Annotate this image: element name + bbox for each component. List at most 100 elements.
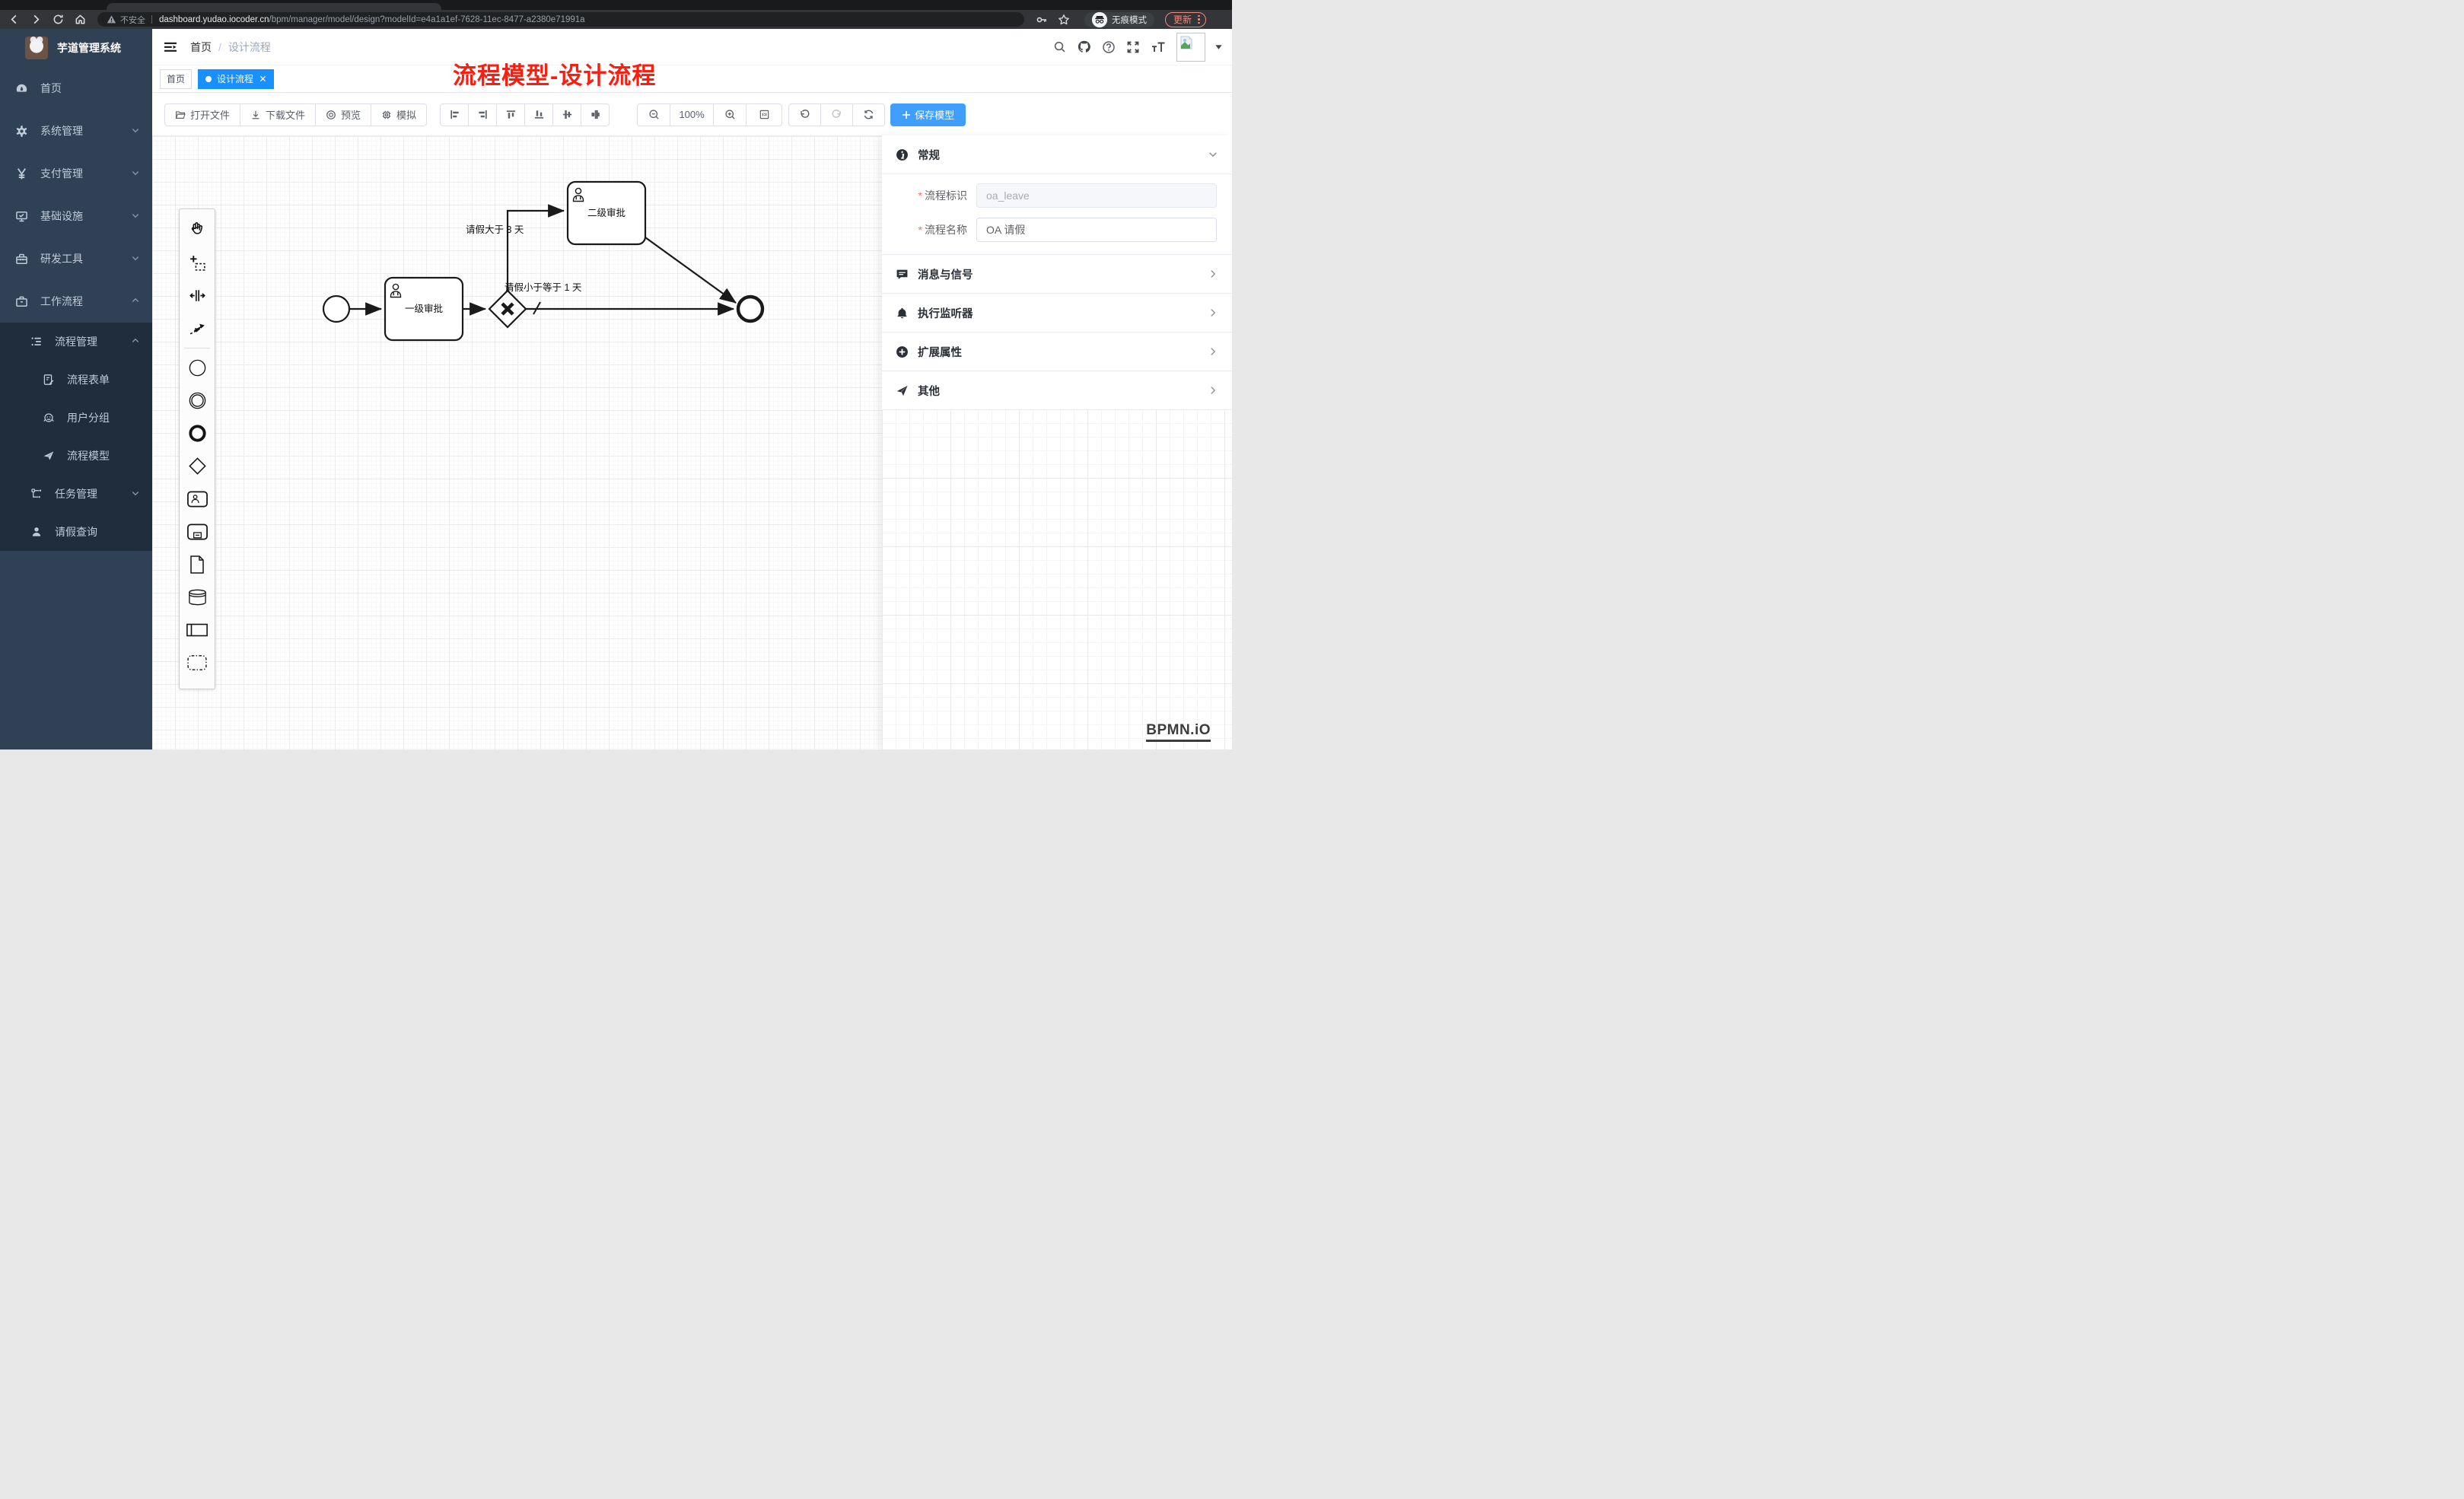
app-window: 不安全 dashboard.yudao.iocoder.cn/bpm/manag…: [0, 0, 1232, 750]
robot-face-icon: [43, 412, 55, 424]
flow-nodes-icon: [30, 488, 43, 500]
fullscreen-icon[interactable]: [1126, 40, 1140, 54]
sidebar-item-home[interactable]: 首页: [0, 67, 152, 110]
download-file-button[interactable]: 下载文件: [240, 103, 316, 126]
reset-zoom-button[interactable]: [746, 103, 782, 126]
sidebar-item-task-mgmt[interactable]: 任务管理: [0, 475, 152, 513]
sidebar-item-workflow[interactable]: 工作流程: [0, 280, 152, 323]
flow-gateway-to-task2[interactable]: [508, 211, 564, 291]
sidebar-item-label: 请假查询: [55, 524, 140, 539]
designer-toolbar: 打开文件 下载文件 预览: [152, 94, 1232, 135]
sidebar-item-label: 支付管理: [40, 166, 131, 181]
chevron-up-icon: [131, 336, 140, 348]
chip-icon: [381, 110, 392, 120]
security-warning-icon[interactable]: [107, 14, 116, 24]
zoom-in-button[interactable]: [713, 103, 747, 126]
sidebar-item-system[interactable]: 系统管理: [0, 110, 152, 152]
edge-label-gt3[interactable]: 请假大于 3 天: [466, 224, 524, 235]
align-right-button[interactable]: [468, 103, 497, 126]
redo-button[interactable]: [820, 103, 853, 126]
edge-label-le1[interactable]: 请假小于等于 1 天: [505, 282, 582, 293]
open-file-button[interactable]: 打开文件: [164, 103, 240, 126]
section-extension-properties: 扩展属性: [882, 333, 1232, 371]
refresh-button[interactable]: [852, 103, 885, 126]
help-icon[interactable]: [1102, 40, 1116, 54]
browser-active-tab[interactable]: [107, 3, 441, 10]
bpmn-io-watermark[interactable]: BPMN.iO: [1146, 722, 1211, 742]
sidebar-item-payment[interactable]: 支付管理: [0, 152, 152, 195]
save-model-button[interactable]: 保存模型: [890, 103, 966, 126]
sidebar-item-user-group[interactable]: 用户分组: [0, 399, 152, 437]
section-message-header[interactable]: 消息与信号: [882, 255, 1232, 293]
tag-close-icon[interactable]: [259, 75, 266, 82]
avatar[interactable]: [1176, 33, 1205, 62]
security-label[interactable]: 不安全: [120, 14, 145, 26]
create-group[interactable]: [182, 646, 212, 679]
align-vertical-center-button[interactable]: [552, 103, 581, 126]
properties-panel: 常规 *流程标识 *流程名称: [882, 135, 1232, 750]
message-icon: [896, 268, 909, 281]
flow-task2-to-end[interactable]: [645, 237, 736, 303]
section-general-header[interactable]: 常规: [882, 135, 1232, 173]
page-annotation-title: 流程模型-设计流程: [453, 56, 656, 91]
home-button[interactable]: [72, 11, 88, 28]
update-button[interactable]: 更新: [1165, 12, 1206, 27]
collapse-sidebar-icon[interactable]: [164, 41, 177, 53]
section-other: 其他: [882, 371, 1232, 410]
end-event[interactable]: [738, 297, 762, 321]
align-horizontal-center-button[interactable]: [581, 103, 610, 126]
sidebar-item-process-model[interactable]: 流程模型: [0, 437, 152, 475]
section-extension-header[interactable]: 扩展属性: [882, 333, 1232, 371]
forward-button[interactable]: [27, 11, 44, 28]
browser-tab-strip: [0, 0, 1232, 10]
tag-home[interactable]: 首页: [160, 69, 192, 89]
tag-active-dot: [205, 76, 212, 82]
process-key-input[interactable]: [976, 183, 1217, 208]
section-execution-listener: 执行监听器: [882, 294, 1232, 333]
section-listener-header[interactable]: 执行监听器: [882, 294, 1232, 332]
url-host[interactable]: dashboard.yudao.iocoder.cn: [159, 15, 269, 24]
section-general: 常规 *流程标识 *流程名称: [882, 135, 1232, 255]
back-button[interactable]: [5, 11, 22, 28]
font-size-icon[interactable]: [1151, 40, 1166, 54]
user-task-second-approval[interactable]: 二级审批: [568, 182, 645, 244]
align-left-button[interactable]: [440, 103, 469, 126]
section-other-header[interactable]: 其他: [882, 371, 1232, 409]
password-key-icon[interactable]: [1033, 11, 1050, 28]
align-bottom-button[interactable]: [524, 103, 553, 126]
reload-button[interactable]: [49, 11, 66, 28]
browser-menu-icon[interactable]: [1198, 15, 1200, 24]
undo-button[interactable]: [788, 103, 821, 126]
simulate-button[interactable]: 模拟: [371, 103, 427, 126]
address-bar[interactable]: 不安全 dashboard.yudao.iocoder.cn/bpm/manag…: [97, 12, 1024, 27]
bookmark-star-icon[interactable]: [1055, 11, 1072, 28]
sidebar-item-infra[interactable]: 基础设施: [0, 195, 152, 237]
user-task-first-approval[interactable]: 一级审批: [385, 278, 463, 340]
tag-design-process[interactable]: 设计流程: [198, 69, 274, 89]
chevron-right-icon: [1208, 269, 1218, 279]
process-name-input[interactable]: [976, 218, 1217, 242]
update-label[interactable]: 更新: [1173, 13, 1192, 26]
sidebar-item-leave-query[interactable]: 请假查询: [0, 513, 152, 551]
caret-down-icon[interactable]: [1214, 43, 1223, 51]
breadcrumb-home[interactable]: 首页: [190, 40, 212, 55]
button-label: 预览: [341, 107, 361, 122]
button-label: 下载文件: [266, 107, 305, 122]
exclusive-gateway[interactable]: [489, 291, 526, 327]
start-event[interactable]: [323, 296, 349, 322]
github-icon[interactable]: [1077, 40, 1091, 54]
url-path[interactable]: /bpm/manager/model/design?modelId=e4a1a1…: [269, 15, 585, 24]
sidebar-item-devtools[interactable]: 研发工具: [0, 237, 152, 280]
app-title: 芋道管理系统: [57, 40, 121, 56]
sidebar-item-process-mgmt[interactable]: 流程管理: [0, 323, 152, 361]
task-label: 一级审批: [405, 303, 443, 314]
create-participant[interactable]: [182, 613, 212, 646]
preview-button[interactable]: 预览: [315, 103, 371, 126]
align-top-button[interactable]: [496, 103, 525, 126]
sidebar-item-process-form[interactable]: 流程表单: [0, 361, 152, 399]
zoom-out-button[interactable]: [637, 103, 670, 126]
task-label: 二级审批: [587, 207, 626, 218]
app-logo-row[interactable]: 芋道管理系统: [0, 29, 152, 67]
search-icon[interactable]: [1053, 40, 1066, 53]
tags-view: 首页 设计流程: [152, 65, 1232, 93]
